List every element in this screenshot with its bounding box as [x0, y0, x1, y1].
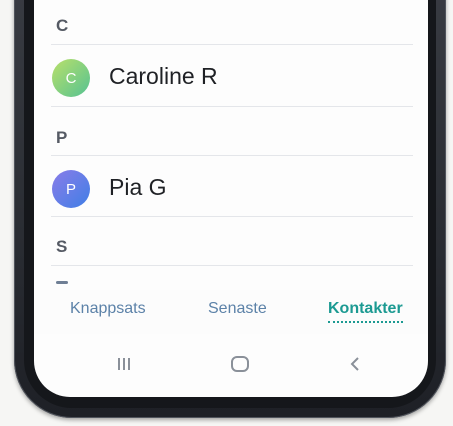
contact-avatar: C	[52, 59, 90, 97]
section-header-c: C	[56, 16, 69, 35]
contact-row-caroline[interactable]: C Caroline R	[34, 49, 428, 105]
contact-name: Pia G	[109, 174, 167, 200]
contact-avatar: P	[52, 170, 90, 208]
section-divider	[51, 155, 413, 156]
section-header-s: S	[56, 237, 68, 256]
back-icon[interactable]	[340, 352, 370, 376]
tab-knappsats[interactable]: Knappsats	[70, 300, 146, 318]
bottom-tab-bar: Knappsats Senaste Kontakter	[34, 290, 428, 334]
contact-row-pia[interactable]: P Pia G	[34, 160, 428, 216]
contacts-screen: C C Caroline R P P Pia G S Knappsats Sen…	[34, 0, 428, 397]
section-divider	[51, 265, 413, 266]
contact-name: Caroline R	[109, 63, 218, 89]
tab-kontakter-label: Kontakter	[328, 300, 403, 317]
section-divider	[51, 44, 413, 45]
partial-avatar	[56, 281, 68, 284]
home-icon[interactable]	[225, 352, 255, 376]
recent-apps-icon[interactable]	[109, 352, 139, 376]
row-divider	[51, 106, 413, 107]
active-tab-indicator	[328, 321, 403, 323]
tab-kontakter[interactable]: Kontakter	[328, 300, 403, 323]
system-navigation-bar	[34, 346, 428, 382]
tab-senaste[interactable]: Senaste	[208, 300, 267, 318]
section-header-p: P	[56, 128, 68, 147]
row-divider	[51, 216, 413, 217]
